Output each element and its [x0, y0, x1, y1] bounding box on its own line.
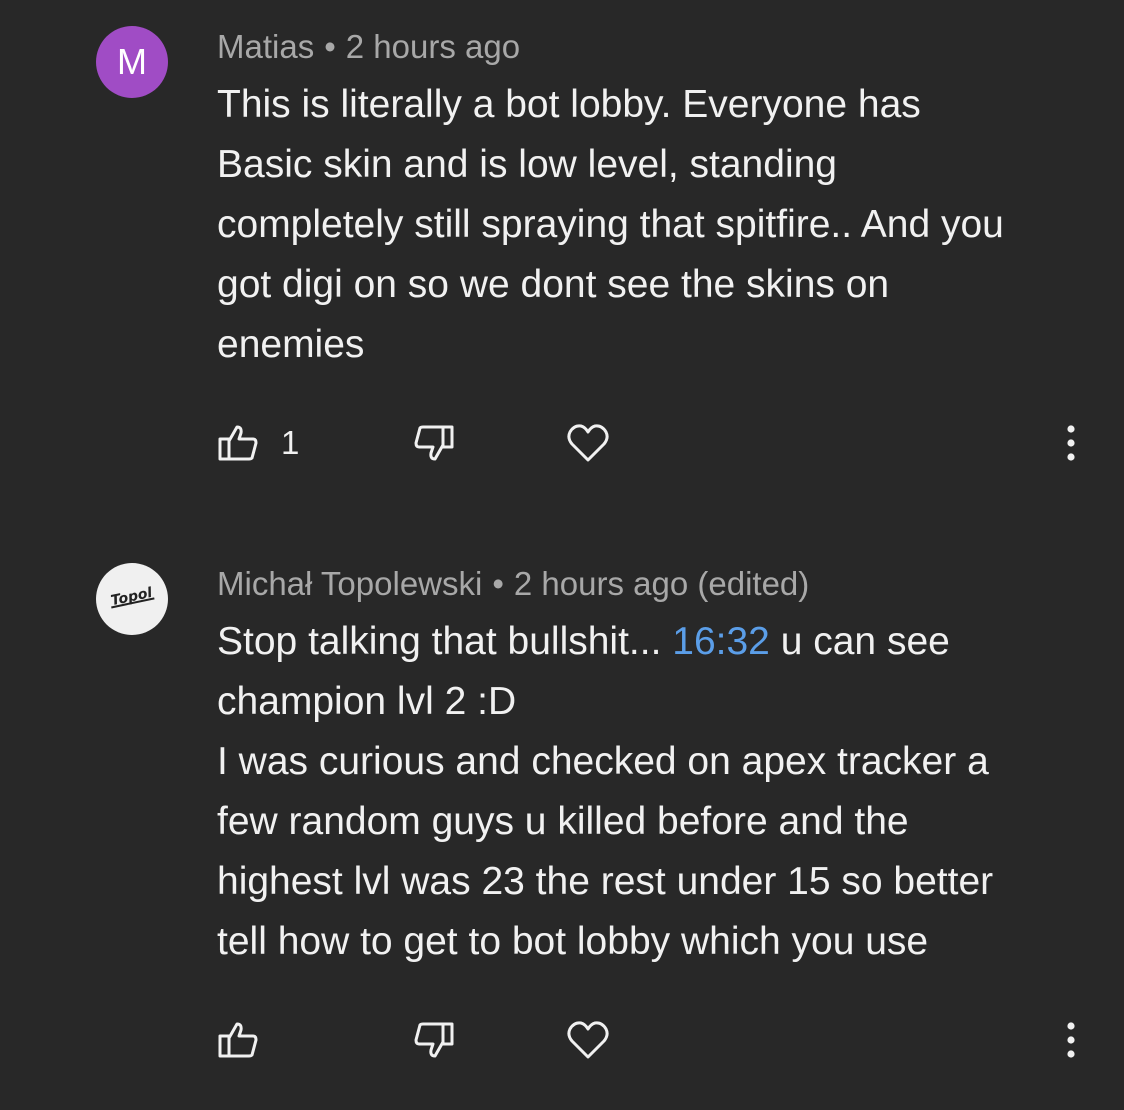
- comment-line: This is literally a bot lobby. Everyone …: [217, 83, 921, 126]
- like-count: 1: [281, 424, 300, 461]
- thumb-up-icon: [217, 1019, 259, 1061]
- comment-time[interactable]: 2 hours ago: [346, 28, 520, 65]
- heart-button[interactable]: [566, 1015, 610, 1065]
- comment-line: I was curious and checked on apex tracke…: [217, 740, 989, 783]
- heart-icon: [566, 422, 610, 464]
- heart-button[interactable]: [566, 418, 610, 468]
- like-button[interactable]: [217, 1015, 259, 1065]
- separator-dot: •: [324, 28, 336, 65]
- avatar-letter: M: [117, 41, 147, 82]
- comment-line: enemies: [217, 323, 365, 366]
- comment-time[interactable]: 2 hours ago (edited): [514, 565, 809, 602]
- more-options-button[interactable]: [1059, 418, 1083, 468]
- comment-meta: Michał Topolewski • 2 hours ago (edited): [217, 564, 809, 604]
- comment-actions: 1: [217, 418, 1097, 468]
- comment-meta: Matias • 2 hours ago: [217, 27, 520, 67]
- logo-text: Topol: [109, 585, 153, 609]
- author-name[interactable]: Michał Topolewski: [217, 565, 482, 602]
- comment-line: Basic skin and is low level, standing: [217, 143, 837, 186]
- comment-line: tell how to get to bot lobby which you u…: [217, 920, 929, 963]
- timestamp-link[interactable]: 16:32: [672, 620, 770, 663]
- comment-line: Stop talking that bullshit... 16:32 u ca…: [217, 612, 1097, 672]
- thumb-down-icon: [413, 1019, 455, 1061]
- avatar[interactable]: M: [96, 26, 168, 98]
- channel-logo-icon: Topol: [109, 585, 155, 609]
- comment-line: got digi on so we dont see the skins on: [217, 263, 890, 306]
- author-name[interactable]: Matias: [217, 28, 314, 65]
- dislike-button[interactable]: [413, 418, 455, 468]
- comment-text-fragment: Stop talking that bullshit...: [217, 620, 673, 663]
- like-button[interactable]: 1: [217, 418, 299, 468]
- comment-text: This is literally a bot lobby. Everyone …: [217, 75, 1097, 375]
- comment-line: few random guys u killed before and the: [217, 800, 909, 843]
- separator-dot: •: [492, 565, 504, 602]
- dislike-button[interactable]: [413, 1015, 455, 1065]
- comment-text-fragment: u can see: [769, 620, 950, 663]
- comment-line: champion lvl 2 :D: [217, 680, 517, 723]
- comment-line: highest lvl was 23 the rest under 15 so …: [217, 860, 994, 903]
- comment-text: Stop talking that bullshit... 16:32 u ca…: [217, 612, 1097, 972]
- thumb-up-icon: [217, 422, 259, 464]
- thumb-down-icon: [413, 422, 455, 464]
- more-vert-icon: [1059, 422, 1083, 464]
- heart-icon: [566, 1019, 610, 1061]
- avatar[interactable]: Topol: [96, 563, 168, 635]
- more-options-button[interactable]: [1059, 1015, 1083, 1065]
- more-vert-icon: [1059, 1019, 1083, 1061]
- comment-actions: [217, 1015, 1097, 1065]
- comment-line: completely still spraying that spitfire.…: [217, 203, 1004, 246]
